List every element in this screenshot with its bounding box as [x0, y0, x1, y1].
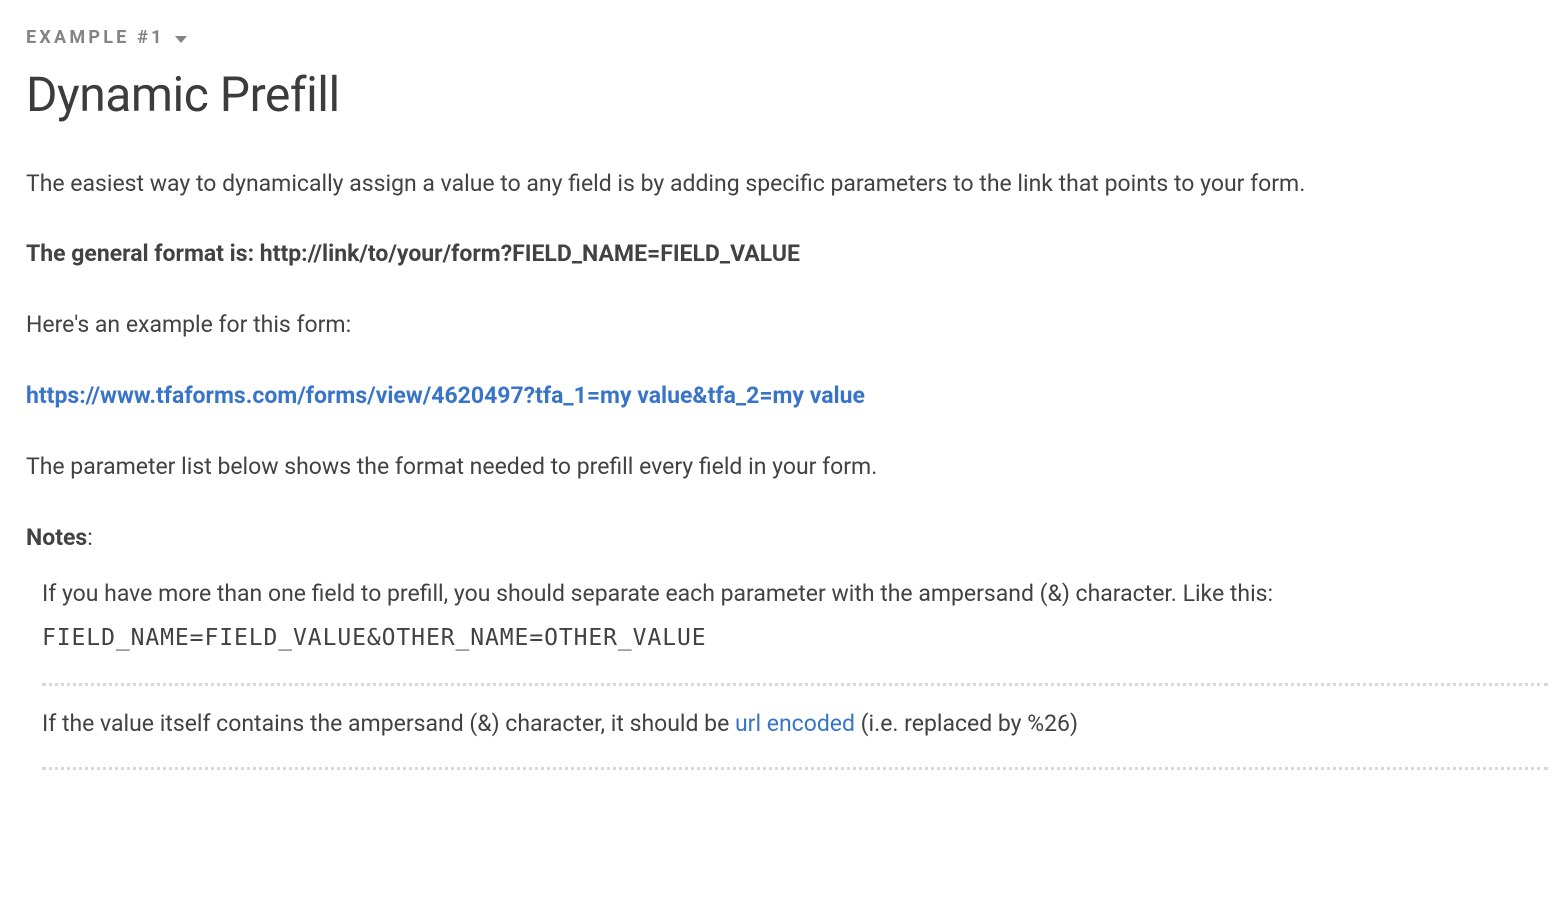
url-encoded-link[interactable]: url encoded: [735, 710, 855, 737]
notes-list: If you have more than one field to prefi…: [26, 556, 1548, 770]
note2-suffix: (i.e. replaced by %26): [855, 710, 1078, 737]
format-prefix: The general format is:: [26, 240, 260, 267]
notes-heading-bold: Notes: [26, 524, 87, 551]
note-item-1: If you have more than one field to prefi…: [42, 556, 1548, 685]
note1-code: FIELD_NAME=FIELD_VALUE&OTHER_NAME=OTHER_…: [42, 625, 707, 651]
example-link[interactable]: https://www.tfaforms.com/forms/view/4620…: [26, 382, 865, 409]
document-page: EXAMPLE #1 Dynamic Prefill The easiest w…: [0, 0, 1558, 794]
notes-section: Notes: If you have more than one field t…: [26, 520, 1548, 771]
page-title: Dynamic Prefill: [26, 57, 1548, 134]
note2-prefix: If the value itself contains the ampersa…: [42, 710, 735, 737]
param-list-note: The parameter list below shows the forma…: [26, 449, 1548, 486]
note-item-2: If the value itself contains the ampersa…: [42, 686, 1548, 771]
notes-heading: Notes:: [26, 520, 1548, 557]
example-link-row: https://www.tfaforms.com/forms/view/4620…: [26, 378, 1548, 415]
note1-prefix: If you have more than one field to prefi…: [42, 580, 1273, 607]
format-line: The general format is: http://link/to/yo…: [26, 236, 1548, 273]
example-selector[interactable]: EXAMPLE #1: [26, 24, 1548, 53]
format-value: http://link/to/your/form?FIELD_NAME=FIEL…: [260, 240, 800, 267]
example-intro: Here's an example for this form:: [26, 307, 1548, 344]
chevron-down-icon: [175, 36, 187, 43]
eyebrow-label: EXAMPLE #1: [26, 24, 165, 53]
notes-heading-suffix: :: [87, 524, 93, 551]
intro-paragraph: The easiest way to dynamically assign a …: [26, 166, 1548, 203]
